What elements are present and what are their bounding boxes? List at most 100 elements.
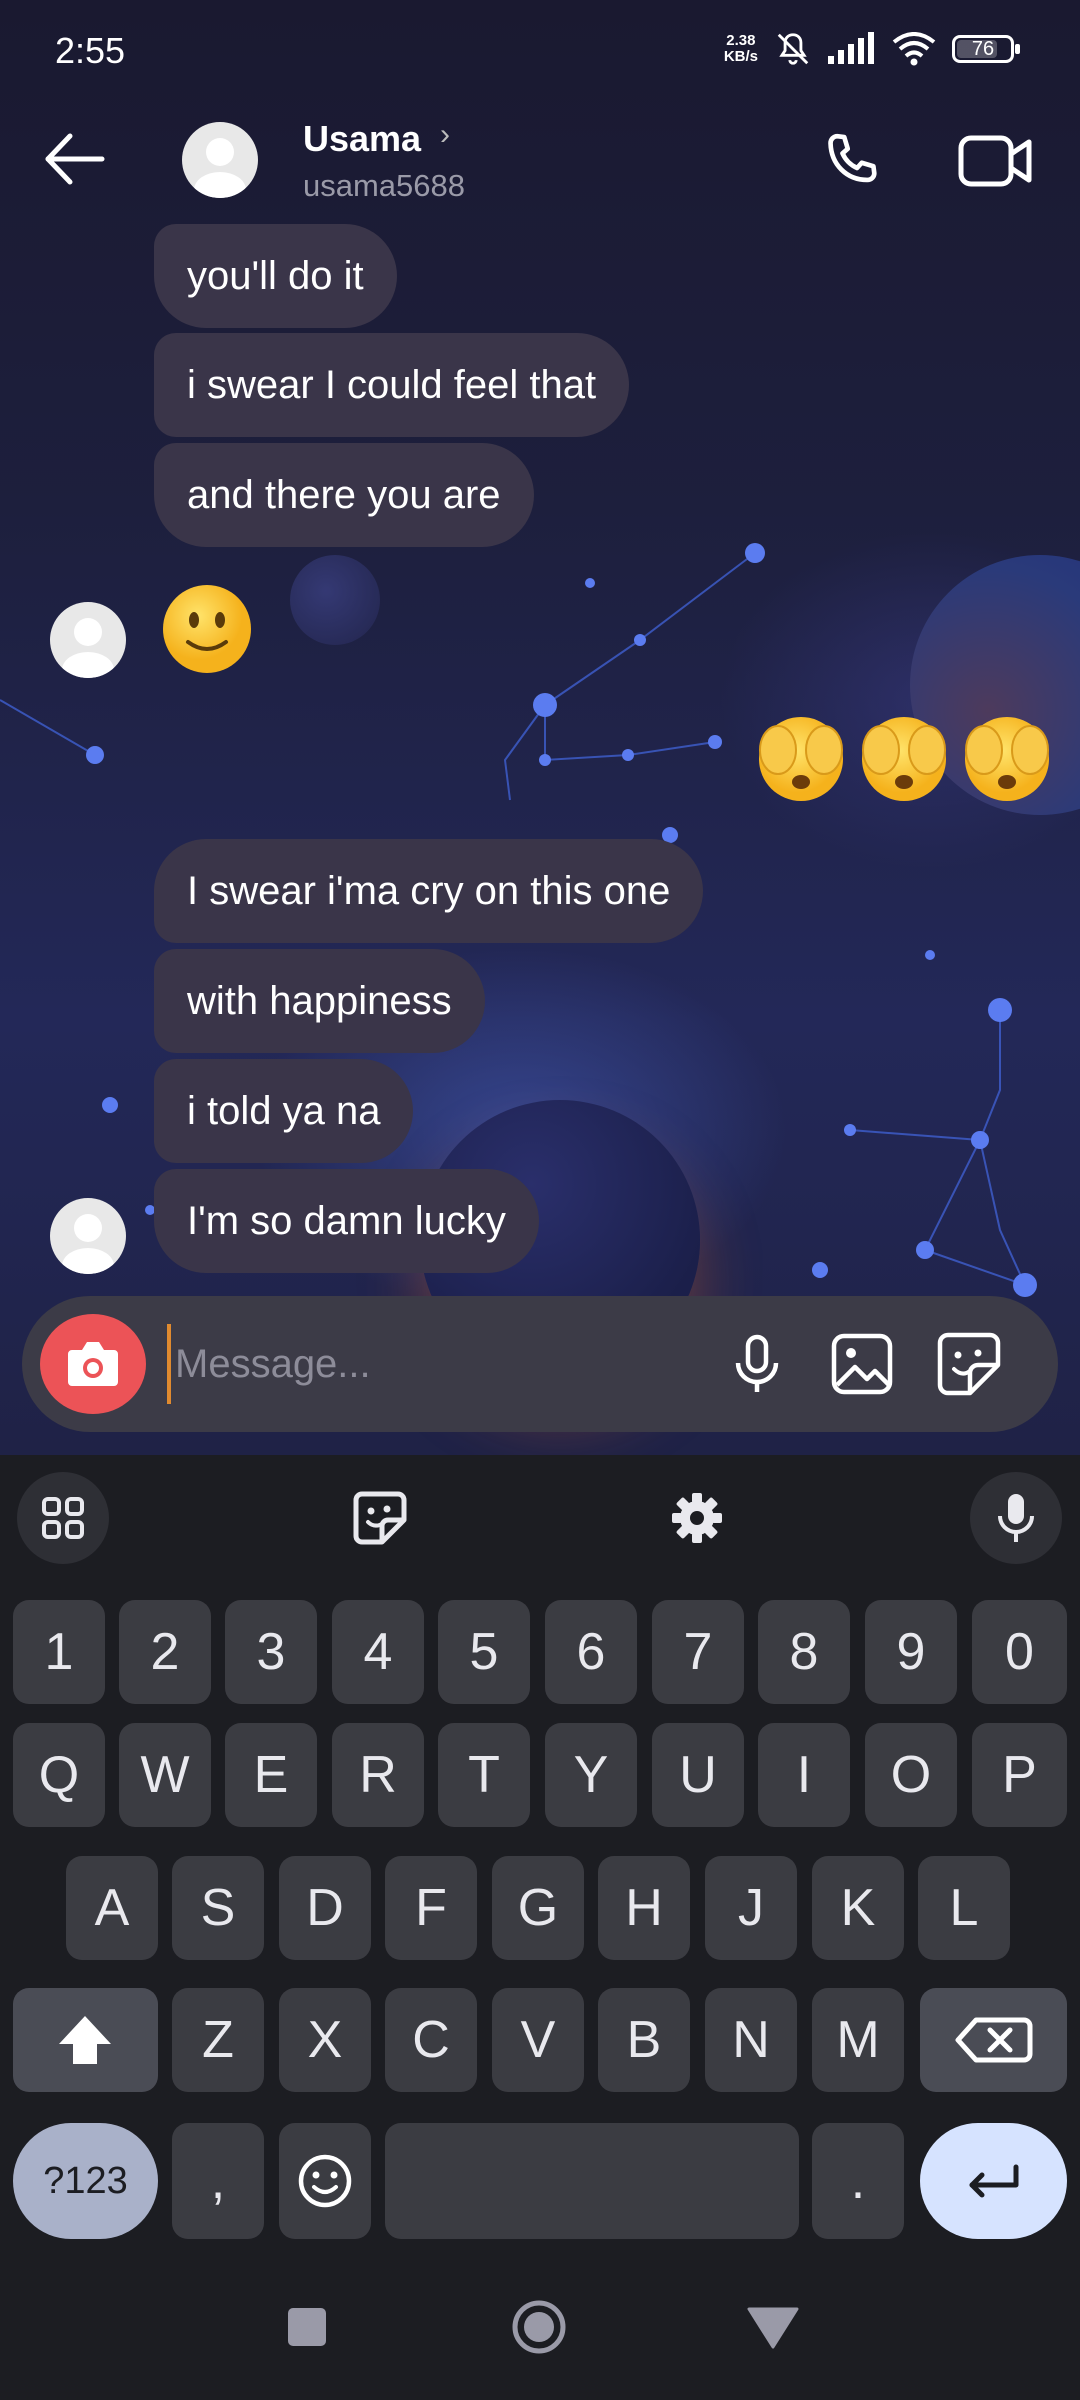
message-bubble[interactable]: i told ya na [154,1059,414,1163]
key-0[interactable]: 0 [972,1600,1067,1704]
key-f[interactable]: F [385,1856,477,1960]
message-bubble[interactable]: with happiness [154,949,485,1053]
key-2[interactable]: 2 [119,1600,211,1704]
network-speed-value: 2.38 [726,32,756,49]
key-s[interactable]: S [172,1856,264,1960]
back-triangle-icon[interactable] [743,2297,803,2357]
comma-key[interactable]: , [172,2123,264,2239]
face-with-hands-over-eyes-emoji[interactable] [752,712,850,806]
key-8[interactable]: 8 [758,1600,850,1704]
key-1[interactable]: 1 [13,1600,105,1704]
sticker-button[interactable] [334,1472,426,1564]
key-h[interactable]: H [598,1856,690,1960]
wifi-icon [892,32,936,66]
status-bar: 2:55 2.38 KB/s 76 [0,0,1080,104]
key-6[interactable]: 6 [545,1600,637,1704]
face-with-hands-over-eyes-emoji[interactable] [855,712,953,806]
battery-level: 76 [971,38,995,60]
key-q[interactable]: Q [13,1723,105,1827]
message-bubble[interactable]: i swear I could feel that [154,333,630,437]
key-p[interactable]: P [972,1723,1067,1827]
key-g[interactable]: G [492,1856,584,1960]
key-b[interactable]: B [598,1988,690,2092]
key-k[interactable]: K [812,1856,904,1960]
key-z[interactable]: Z [172,1988,264,2092]
key-u[interactable]: U [652,1723,744,1827]
key-x[interactable]: X [279,1988,371,2092]
avatar[interactable] [50,1198,126,1274]
message-bubble[interactable]: I'm so damn lucky [154,1169,539,1273]
key-o[interactable]: O [865,1723,957,1827]
apps-grid-icon [42,1497,84,1539]
space-key[interactable] [385,2123,799,2239]
status-time: 2:55 [55,30,126,71]
battery-icon: 76 [952,35,1020,63]
contact-name[interactable]: Usama [303,118,421,160]
emoji-key[interactable] [279,2123,371,2239]
message-bubble[interactable]: and there you are [154,443,534,547]
home-circle-icon[interactable] [504,2292,574,2362]
message-bubble[interactable]: I swear i'ma cry on this one [154,839,704,943]
key-5[interactable]: 5 [438,1600,530,1704]
backspace-icon [955,2017,1033,2063]
back-arrow-icon[interactable] [40,124,110,194]
key-4[interactable]: 4 [332,1600,424,1704]
key-a[interactable]: A [66,1856,158,1960]
microphone-icon [998,1494,1034,1542]
key-l[interactable]: L [918,1856,1010,1960]
phone-icon[interactable] [818,126,888,196]
message-input[interactable] [167,1324,707,1404]
video-camera-icon[interactable] [955,126,1035,196]
settings-gear-icon [672,1493,722,1543]
key-i[interactable]: I [758,1723,850,1827]
period-key[interactable]: . [812,2123,904,2239]
camera-button[interactable] [40,1314,146,1414]
key-y[interactable]: Y [545,1723,637,1827]
key-e[interactable]: E [225,1723,317,1827]
key-j[interactable]: J [705,1856,797,1960]
message-composer [22,1296,1058,1432]
keyboard: 1 2 3 4 5 6 7 8 9 0 Q W E R T Y U I O P … [0,1455,1080,2255]
key-w[interactable]: W [119,1723,211,1827]
key-7[interactable]: 7 [652,1600,744,1704]
key-v[interactable]: V [492,1988,584,2092]
chevron-right-icon[interactable]: › [440,118,450,152]
shift-key[interactable] [13,1988,158,2092]
key-r[interactable]: R [332,1723,424,1827]
key-t[interactable]: T [438,1723,530,1827]
avatar[interactable] [182,122,258,198]
signal-icon [828,32,874,64]
apps-grid-button[interactable] [17,1472,109,1564]
status-icons: 2.38 KB/s 76 [724,30,1020,68]
key-d[interactable]: D [279,1856,371,1960]
backspace-key[interactable] [920,1988,1067,2092]
key-n[interactable]: N [705,1988,797,2092]
sticker-icon[interactable] [934,1329,1004,1399]
avatar[interactable] [50,602,126,678]
message-bubble[interactable]: you'll do it [154,224,397,328]
symbols-key[interactable]: ?123 [13,2123,158,2239]
recents-square-icon[interactable] [277,2297,337,2357]
chat-header: Usama › usama5688 [0,104,1080,224]
sticker-icon [353,1491,407,1545]
network-speed: 2.38 KB/s [724,33,758,65]
network-speed-unit: KB/s [723,48,758,65]
key-m[interactable]: M [812,1988,904,2092]
microphone-icon[interactable] [722,1329,792,1399]
voice-input-button[interactable] [970,1472,1062,1564]
camera-icon [68,1342,118,1386]
key-3[interactable]: 3 [225,1600,317,1704]
slightly-smiling-face-emoji[interactable] [160,582,254,676]
mute-bell-icon [777,33,809,65]
enter-key[interactable] [920,2123,1067,2239]
emoji-smiley-icon [298,2154,352,2208]
key-9[interactable]: 9 [865,1600,957,1704]
face-with-hands-over-eyes-emoji[interactable] [958,712,1056,806]
image-icon[interactable] [827,1329,897,1399]
contact-username: usama5688 [303,168,466,203]
settings-button[interactable] [651,1472,743,1564]
key-c[interactable]: C [385,1988,477,2092]
enter-arrow-icon [969,2164,1019,2198]
navigation-bar [0,2255,1080,2400]
shift-arrow-icon [59,2016,111,2064]
